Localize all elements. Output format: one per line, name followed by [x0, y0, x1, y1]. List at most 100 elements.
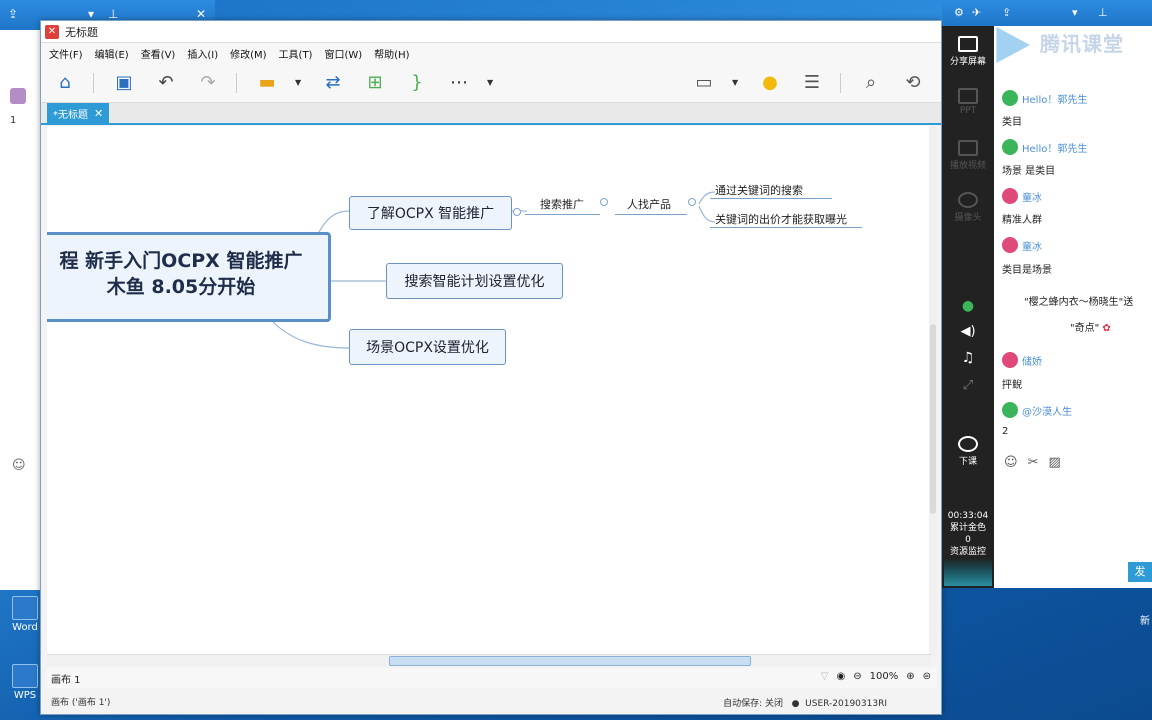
presentation-icon[interactable]: ▭	[690, 69, 718, 97]
window-title: 无标题	[65, 25, 98, 39]
chevron-down-icon[interactable]: ▼	[487, 78, 497, 87]
sidebar-item-label: PPT	[959, 106, 977, 116]
close-icon[interactable]: ✕	[196, 7, 206, 21]
scrollbar-thumb[interactable]	[389, 656, 751, 666]
emoji-icon[interactable]: ☺	[12, 458, 26, 473]
image-icon[interactable]: ▨	[1048, 455, 1060, 470]
send-button[interactable]: 发	[1128, 562, 1152, 582]
save-icon[interactable]: ▣	[110, 69, 138, 97]
chevron-down-icon[interactable]: ▼	[732, 78, 742, 87]
home-icon[interactable]: ⌂	[51, 69, 79, 97]
desktop-icon-word[interactable]: Word	[8, 596, 42, 633]
filter-icon[interactable]: ▽	[821, 671, 829, 682]
avatar	[10, 88, 26, 104]
topic-scene-ocpx[interactable]: 场景OCPX设置优化	[349, 329, 506, 365]
chat-message-sender: 童冰	[1002, 188, 1042, 204]
search-icon[interactable]: ⌕	[857, 69, 885, 97]
menu-tools[interactable]: 工具(T)	[279, 46, 313, 61]
microphone-icon[interactable]: ●	[942, 298, 994, 314]
menu-help[interactable]: 帮助(H)	[374, 46, 409, 61]
pin-icon[interactable]: ⊥	[1098, 6, 1108, 19]
zoom-in-icon[interactable]: ⊕	[906, 671, 914, 682]
horizontal-scrollbar[interactable]	[47, 654, 931, 666]
topic-icon[interactable]: ▬	[253, 69, 281, 97]
desktop-icon-wps[interactable]: WPS	[8, 664, 42, 701]
share-icon[interactable]: ⟲	[899, 69, 927, 97]
topic-learn-ocpx[interactable]: 了解OCPX 智能推广	[349, 196, 512, 230]
pin-icon[interactable]: ✈	[972, 6, 981, 19]
sender-name: Hello！郭先生	[1022, 143, 1088, 155]
fit-icon[interactable]: ⊜	[923, 671, 931, 682]
toolbar: ⌂ ▣ ↶ ↷ ▬ ▼ ⇄ ⊞ } ⋯ ▼ ▭ ▼ ● ☰ ⌕ ⟲	[41, 63, 941, 103]
idea-bulb-icon[interactable]: ●	[756, 69, 784, 97]
pin-icon[interactable]: ⊥	[108, 7, 118, 21]
camera-icon	[958, 192, 978, 208]
sidebar-item-camera[interactable]: 摄像头	[942, 192, 994, 223]
sidebar-item-label: 分享屏幕	[949, 57, 986, 67]
subtopic-people-find-products[interactable]: 人找产品	[627, 196, 671, 212]
chat-message-sender: 储娇	[1002, 352, 1042, 368]
outline-icon[interactable]: ☰	[798, 69, 826, 97]
sidebar-item-play-video[interactable]: 播放视频	[942, 140, 994, 171]
collapse-icon[interactable]	[600, 198, 608, 206]
scissors-icon[interactable]: ✂	[1028, 455, 1039, 470]
end-class-button[interactable]: 下课	[942, 436, 994, 467]
summary-icon[interactable]: }	[403, 69, 431, 97]
chevron-down-icon[interactable]: ▼	[295, 78, 305, 87]
menu-window[interactable]: 窗口(W)	[324, 46, 362, 61]
xmind-logo-icon: ✕	[45, 24, 59, 39]
window-titlebar[interactable]: ✕ 无标题	[41, 21, 941, 43]
autosave-status[interactable]: 自动保存: 关闭	[723, 699, 783, 709]
subtopic-keyword-bid[interactable]: 关键词的出价才能获取曝光	[715, 211, 847, 227]
desktop-icon-partial[interactable]: 新	[1138, 612, 1152, 627]
menu-file[interactable]: 文件(F)	[49, 46, 83, 61]
wechat-avatar-icon	[1002, 90, 1018, 106]
menu-modify[interactable]: 修改(M)	[230, 46, 266, 61]
canvas-tab[interactable]: 画布 1	[51, 671, 81, 686]
share-screen-icon	[958, 36, 978, 52]
vertical-scrollbar[interactable]	[929, 126, 937, 656]
chat-message-sender: Hello！郭先生	[1002, 139, 1087, 155]
subtopic-search-promotion[interactable]: 搜索推广	[540, 196, 584, 212]
gift-count: 0	[965, 535, 971, 545]
more-icon[interactable]: ⋯	[445, 69, 473, 97]
subtopic-keyword-search[interactable]: 通过关键词的搜索	[715, 182, 803, 198]
tab-untitled[interactable]: *无标题 ✕	[47, 103, 110, 123]
music-icon[interactable]: ♫	[942, 350, 994, 366]
classroom-sidebar: 分享屏幕 PPT 播放视频 摄像头 ● ◀) ♫ ⤢ 下课	[942, 26, 994, 588]
mindmap-canvas[interactable]: 程 新手入门OCPX 智能推广 木鱼 8.05分开始 了解OCPX 智能推广 搜…	[47, 126, 935, 656]
topic-label: 了解OCPX 智能推广	[366, 206, 495, 222]
menu-edit[interactable]: 编辑(E)	[95, 46, 129, 61]
wps-app-icon	[12, 664, 38, 688]
gear-icon[interactable]: ⚙	[954, 6, 964, 19]
resource-monitor[interactable]: 资源监控	[942, 546, 994, 558]
scrollbar-thumb[interactable]	[930, 324, 936, 514]
undo-icon[interactable]: ↶	[152, 69, 180, 97]
eye-icon[interactable]: ◉	[837, 671, 846, 682]
relationship-icon[interactable]: ⇄	[319, 69, 347, 97]
sidebar-item-ppt[interactable]: PPT	[942, 88, 994, 116]
chevron-down-icon[interactable]: ▾	[1072, 6, 1078, 19]
sidebar-item-share-screen[interactable]: 分享屏幕	[942, 36, 994, 67]
share-icon[interactable]: ⇪	[1002, 6, 1011, 19]
share-icon[interactable]: ⇪	[8, 7, 18, 21]
timer-value: 00:33:04	[947, 511, 989, 521]
menu-view[interactable]: 查看(V)	[141, 46, 176, 61]
topic-search-smart-plan[interactable]: 搜索智能计划设置优化	[386, 263, 563, 299]
redo-icon[interactable]: ↷	[194, 69, 222, 97]
zoom-out-icon[interactable]: ⊖	[853, 671, 861, 682]
chevron-down-icon[interactable]: ▾	[88, 7, 94, 21]
wechat-avatar-icon	[1002, 139, 1018, 155]
menu-insert[interactable]: 插入(I)	[187, 46, 218, 61]
collapse-icon[interactable]	[513, 208, 521, 216]
speaker-icon[interactable]: ◀)	[942, 324, 994, 339]
vip-avatar-icon	[1002, 237, 1018, 253]
word-app-icon	[12, 596, 38, 620]
close-icon[interactable]: ✕	[94, 107, 103, 120]
emoji-icon[interactable]: ☺	[1004, 455, 1018, 470]
boundary-icon[interactable]: ⊞	[361, 69, 389, 97]
collapse-icon[interactable]	[688, 198, 696, 206]
gift-message-text: "奇点"	[1070, 323, 1100, 334]
root-topic[interactable]: 程 新手入门OCPX 智能推广 木鱼 8.05分开始	[47, 232, 331, 322]
fullscreen-icon[interactable]: ⤢	[942, 378, 994, 393]
